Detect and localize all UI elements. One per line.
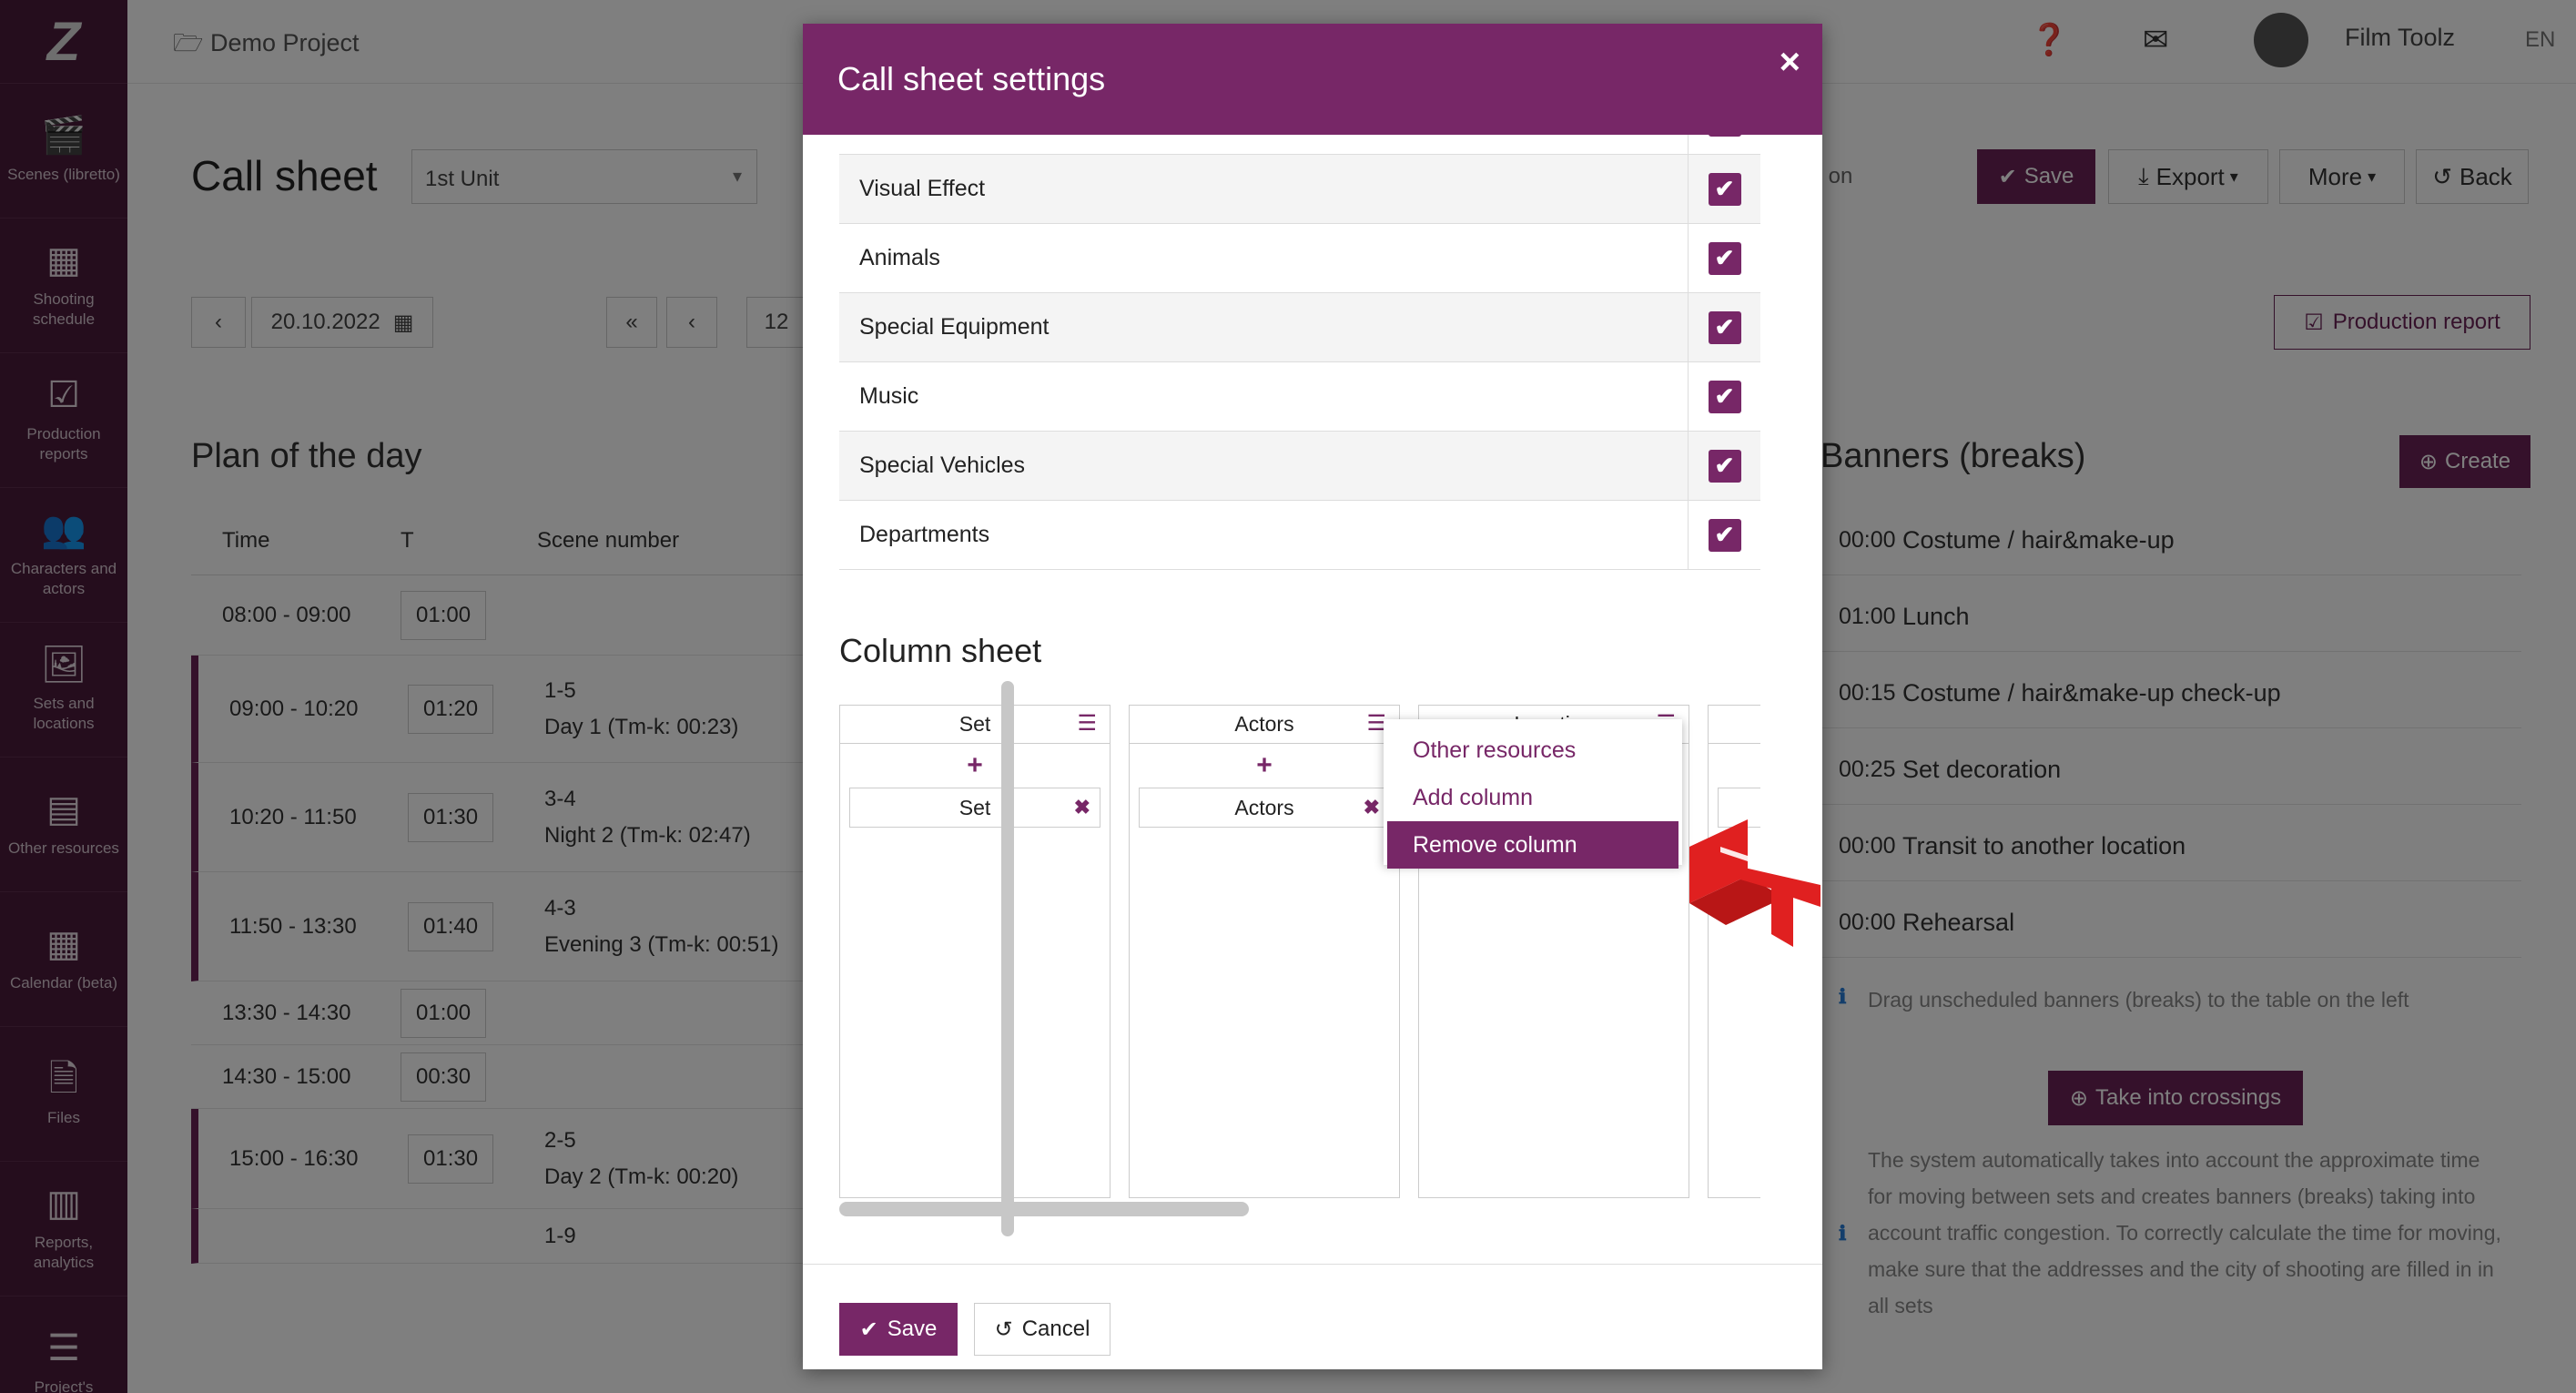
checkbox-checked-icon[interactable]: ✔: [1708, 449, 1741, 483]
modal-body: Trick✔Visual Effect✔Animals✔Special Equi…: [803, 135, 1822, 1264]
column-item-label: Set: [958, 795, 991, 819]
modal-footer: ✔ Save ↺ Cancel: [803, 1264, 1822, 1369]
column-menu-dropdown: Other resources Add column Remove column: [1384, 719, 1682, 869]
column-box[interactable]: Set ☰ + Set ✖: [839, 705, 1111, 1198]
hamburger-menu-icon[interactable]: ☰: [1077, 713, 1097, 735]
modal-header: Call sheet settings ×: [803, 24, 1822, 135]
horizontal-scrollbar[interactable]: [839, 1202, 1249, 1216]
pointer-arrow-icon: [1689, 819, 1820, 947]
vertical-scrollbar[interactable]: [1001, 681, 1014, 1236]
undo-icon: ↺: [994, 1317, 1013, 1342]
add-item-icon[interactable]: +: [1130, 744, 1399, 788]
checkbox-checked-icon[interactable]: ✔: [1708, 135, 1741, 137]
option-label: Departments: [859, 522, 990, 547]
call-sheet-settings-modal: Call sheet settings × Trick✔Visual Effec…: [803, 24, 1822, 1369]
option-row: Special Equipment ✔: [839, 292, 1760, 362]
column-box[interactable]: Actors ☰ + Actors ✖: [1129, 705, 1400, 1198]
option-label: Visual Effect: [859, 176, 986, 201]
option-label: Animals: [859, 245, 940, 270]
option-row: Visual Effect ✔: [839, 154, 1760, 224]
option-row: Special Vehicles ✔: [839, 431, 1760, 501]
check-icon: ✔: [859, 1317, 878, 1342]
modal-cancel-label: Cancel: [1021, 1317, 1090, 1341]
column-header: [1709, 706, 1760, 744]
column-item[interactable]: Set ✖: [849, 788, 1100, 828]
column-title: Actors: [1234, 712, 1294, 736]
option-checkbox-cell: ✔: [1688, 361, 1760, 432]
close-icon[interactable]: ×: [1780, 42, 1800, 83]
remove-item-icon[interactable]: ✖: [1074, 796, 1090, 819]
checkbox-checked-icon[interactable]: ✔: [1708, 172, 1741, 206]
column-title: Set: [958, 712, 991, 736]
option-row: Departments ✔: [839, 500, 1760, 570]
option-label: Special Equipment: [859, 314, 1050, 340]
option-checkbox-cell: ✔: [1688, 135, 1760, 155]
options-list: Trick✔Visual Effect✔Animals✔Special Equi…: [839, 135, 1760, 570]
checkbox-checked-icon[interactable]: ✔: [1708, 380, 1741, 413]
modal-cancel-button[interactable]: ↺ Cancel: [974, 1303, 1111, 1356]
option-checkbox-cell: ✔: [1688, 223, 1760, 293]
menu-item-other-resources[interactable]: Other resources: [1384, 727, 1682, 774]
remove-item-icon[interactable]: ✖: [1364, 796, 1380, 819]
option-label: Music: [859, 383, 919, 409]
column-box[interactable]: [1708, 705, 1760, 1198]
modal-save-label: Save: [887, 1317, 938, 1341]
column-item[interactable]: Actors ✖: [1139, 788, 1390, 828]
option-checkbox-cell: ✔: [1688, 154, 1760, 224]
add-item-icon[interactable]: +: [840, 744, 1110, 788]
column-sheet-title: Column sheet: [839, 632, 1042, 669]
checkbox-checked-icon[interactable]: ✔: [1708, 310, 1741, 344]
option-checkbox-cell: ✔: [1688, 431, 1760, 501]
menu-item-remove-column[interactable]: Remove column: [1387, 821, 1678, 869]
column-header: Set ☰: [840, 706, 1110, 744]
checkbox-checked-icon[interactable]: ✔: [1708, 241, 1741, 275]
option-row: Music ✔: [839, 361, 1760, 432]
menu-item-add-column[interactable]: Add column: [1384, 774, 1682, 821]
option-checkbox-cell: ✔: [1688, 500, 1760, 570]
option-checkbox-cell: ✔: [1688, 292, 1760, 362]
option-row: Trick✔: [839, 135, 1760, 155]
column-spacer: [1709, 744, 1760, 788]
option-label: Special Vehicles: [859, 452, 1026, 478]
modal-title: Call sheet settings: [837, 60, 1106, 97]
column-item-label: Actors: [1234, 795, 1294, 819]
modal-save-button[interactable]: ✔ Save: [839, 1303, 958, 1356]
option-row: Animals ✔: [839, 223, 1760, 293]
column-header: Actors ☰: [1130, 706, 1399, 744]
checkbox-checked-icon[interactable]: ✔: [1708, 518, 1741, 552]
